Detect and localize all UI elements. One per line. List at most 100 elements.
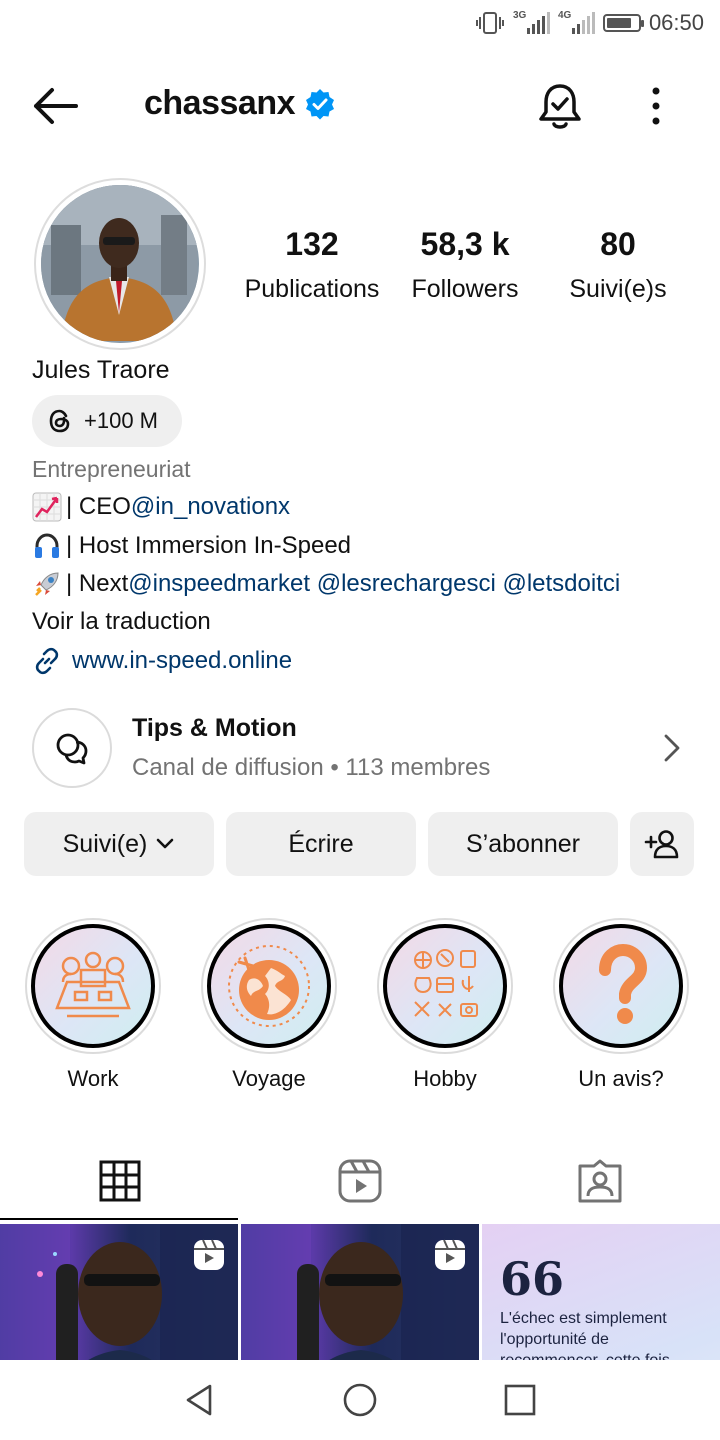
profile-header: chassanx <box>0 70 720 140</box>
nav-home-icon[interactable] <box>340 1380 380 1420</box>
tab-posts-grid[interactable] <box>0 1140 240 1222</box>
battery-icon <box>602 14 644 32</box>
notification-bell-icon <box>539 84 581 129</box>
profile-photo <box>41 185 197 341</box>
quote-card: 66 L'échec est simplement l'opportunité … <box>482 1224 720 1360</box>
profile-category: Entrepreneuriat <box>32 456 191 482</box>
system-navigation-bar <box>0 1360 720 1440</box>
post-thumbnail[interactable]: 66 L'échec est simplement l'opportunité … <box>482 1224 720 1360</box>
reels-icon <box>338 1159 382 1203</box>
tab-reels[interactable] <box>240 1140 480 1222</box>
avatar[interactable] <box>41 185 199 343</box>
chevron-down-icon <box>157 838 174 849</box>
website-url: www.in-speed.online <box>72 647 293 674</box>
quote-text: L'échec est simplement l'opportunité de … <box>500 1310 670 1360</box>
reel-badge-icon <box>435 1239 465 1270</box>
status-icons: 3G 4G 06:50 <box>475 10 704 36</box>
message-label: Écrire <box>288 829 354 858</box>
bio-text: | CEO <box>66 493 131 520</box>
username: chassanx <box>144 84 296 122</box>
channel-title: Tips & Motion <box>132 714 297 742</box>
stat-label: Publications <box>244 275 380 303</box>
grid-icon <box>99 1160 141 1202</box>
stat-value: 58,3 k <box>420 226 510 262</box>
status-bar: 3G 4G 06:50 <box>0 0 720 50</box>
notifications-button[interactable] <box>536 80 584 132</box>
see-translation-link[interactable]: Voir la traduction <box>32 608 211 636</box>
meeting-table-icon <box>55 951 131 1018</box>
highlight-ring <box>201 918 337 1054</box>
subscribe-label: S’abonner <box>466 829 580 858</box>
bio-mention-innovationx[interactable]: @in_novationx <box>131 493 290 521</box>
network-type-label: 3G <box>512 10 527 21</box>
tab-tagged[interactable] <box>480 1140 720 1222</box>
highlight-work[interactable]: Work <box>23 918 163 1092</box>
tagged-icon <box>578 1159 622 1203</box>
following-dropdown-button[interactable]: Suivi(e) <box>24 812 214 876</box>
reel-cover <box>241 1224 479 1360</box>
globe-plane-icon <box>228 945 310 1027</box>
highlight-label: Voyage <box>232 1066 306 1091</box>
bio-line-host: | Host Immersion In-Speed <box>32 531 351 561</box>
post-thumbnail[interactable] <box>241 1224 479 1360</box>
highlight-label: Un avis? <box>578 1066 664 1091</box>
highlight-voyage[interactable]: Voyage <box>199 918 339 1092</box>
highlight-un-avis[interactable]: Un avis? <box>551 918 691 1092</box>
bio-line-ceo: | CEO @in_novationx <box>32 492 290 522</box>
posts-grid: 66 L'échec est simplement l'opportunité … <box>0 1224 720 1360</box>
channel-subtitle: Canal de diffusion • 113 membres <box>132 754 491 781</box>
bio-mentions-next[interactable]: @inspeedmarket @lesrechargesci @letsdoit… <box>128 570 620 598</box>
stat-following[interactable]: 80 Suivi(e)s <box>560 226 676 304</box>
threads-followers-count: +100 M <box>84 408 158 433</box>
bio-line-next: | Next @inspeedmarket @lesrechargesci @l… <box>32 569 620 599</box>
threads-icon <box>49 409 70 433</box>
more-options-button[interactable] <box>640 84 672 128</box>
stat-label: Followers <box>411 275 519 303</box>
active-tab-indicator <box>0 1218 238 1220</box>
highlight-label: Work <box>67 1066 119 1091</box>
message-button[interactable]: Écrire <box>226 812 416 876</box>
verified-badge-icon <box>306 89 334 120</box>
nav-recents-icon[interactable] <box>500 1380 540 1420</box>
post-thumbnail[interactable] <box>0 1224 238 1360</box>
signal-icon: 3G <box>512 10 550 34</box>
quote-mark: 66 <box>500 1252 565 1306</box>
back-button[interactable] <box>30 84 80 128</box>
question-mark-icon <box>599 943 648 1024</box>
stat-value: 132 <box>285 226 339 262</box>
stat-publications[interactable]: 132 Publications <box>240 226 384 304</box>
channel-icon-wrap <box>32 708 112 788</box>
profile-tabs <box>0 1140 720 1222</box>
rocket-icon <box>35 572 59 596</box>
highlight-hobby[interactable]: Hobby <box>375 918 515 1092</box>
more-vertical-icon <box>652 87 660 125</box>
add-person-icon <box>644 830 679 859</box>
highlight-ring <box>553 918 689 1054</box>
highlight-ring <box>377 918 513 1054</box>
broadcast-channel-row[interactable]: Tips & Motion Canal de diffusion • 113 m… <box>0 700 720 796</box>
hobbies-icon <box>414 949 478 1017</box>
highlight-label: Hobby <box>413 1066 477 1091</box>
link-icon <box>35 647 59 675</box>
bio-text: | Host Immersion In-Speed <box>66 532 352 559</box>
chart-increasing-icon <box>32 492 62 522</box>
threads-badge-button[interactable]: +100 M <box>32 395 182 447</box>
stat-value: 80 <box>600 226 636 262</box>
stat-followers[interactable]: 58,3 k Followers <box>404 226 526 304</box>
full-name: Jules Traore <box>32 356 170 384</box>
status-time: 06:50 <box>648 10 704 35</box>
following-label: Suivi(e) <box>62 829 148 858</box>
stat-label: Suivi(e)s <box>569 275 667 303</box>
avatar-ring[interactable] <box>34 178 206 350</box>
reel-cover <box>0 1224 238 1360</box>
headphones-icon <box>35 533 59 558</box>
highlight-ring <box>25 918 161 1054</box>
back-arrow-icon <box>34 88 78 124</box>
nav-back-icon[interactable] <box>180 1380 220 1420</box>
vibrate-icon <box>475 12 504 34</box>
subscribe-button[interactable]: S’abonner <box>428 812 618 876</box>
network-type-label-2: 4G <box>557 10 572 21</box>
website-link[interactable]: www.in-speed.online <box>32 646 292 676</box>
broadcast-channel-icon <box>56 733 88 765</box>
suggested-people-button[interactable] <box>630 812 694 876</box>
